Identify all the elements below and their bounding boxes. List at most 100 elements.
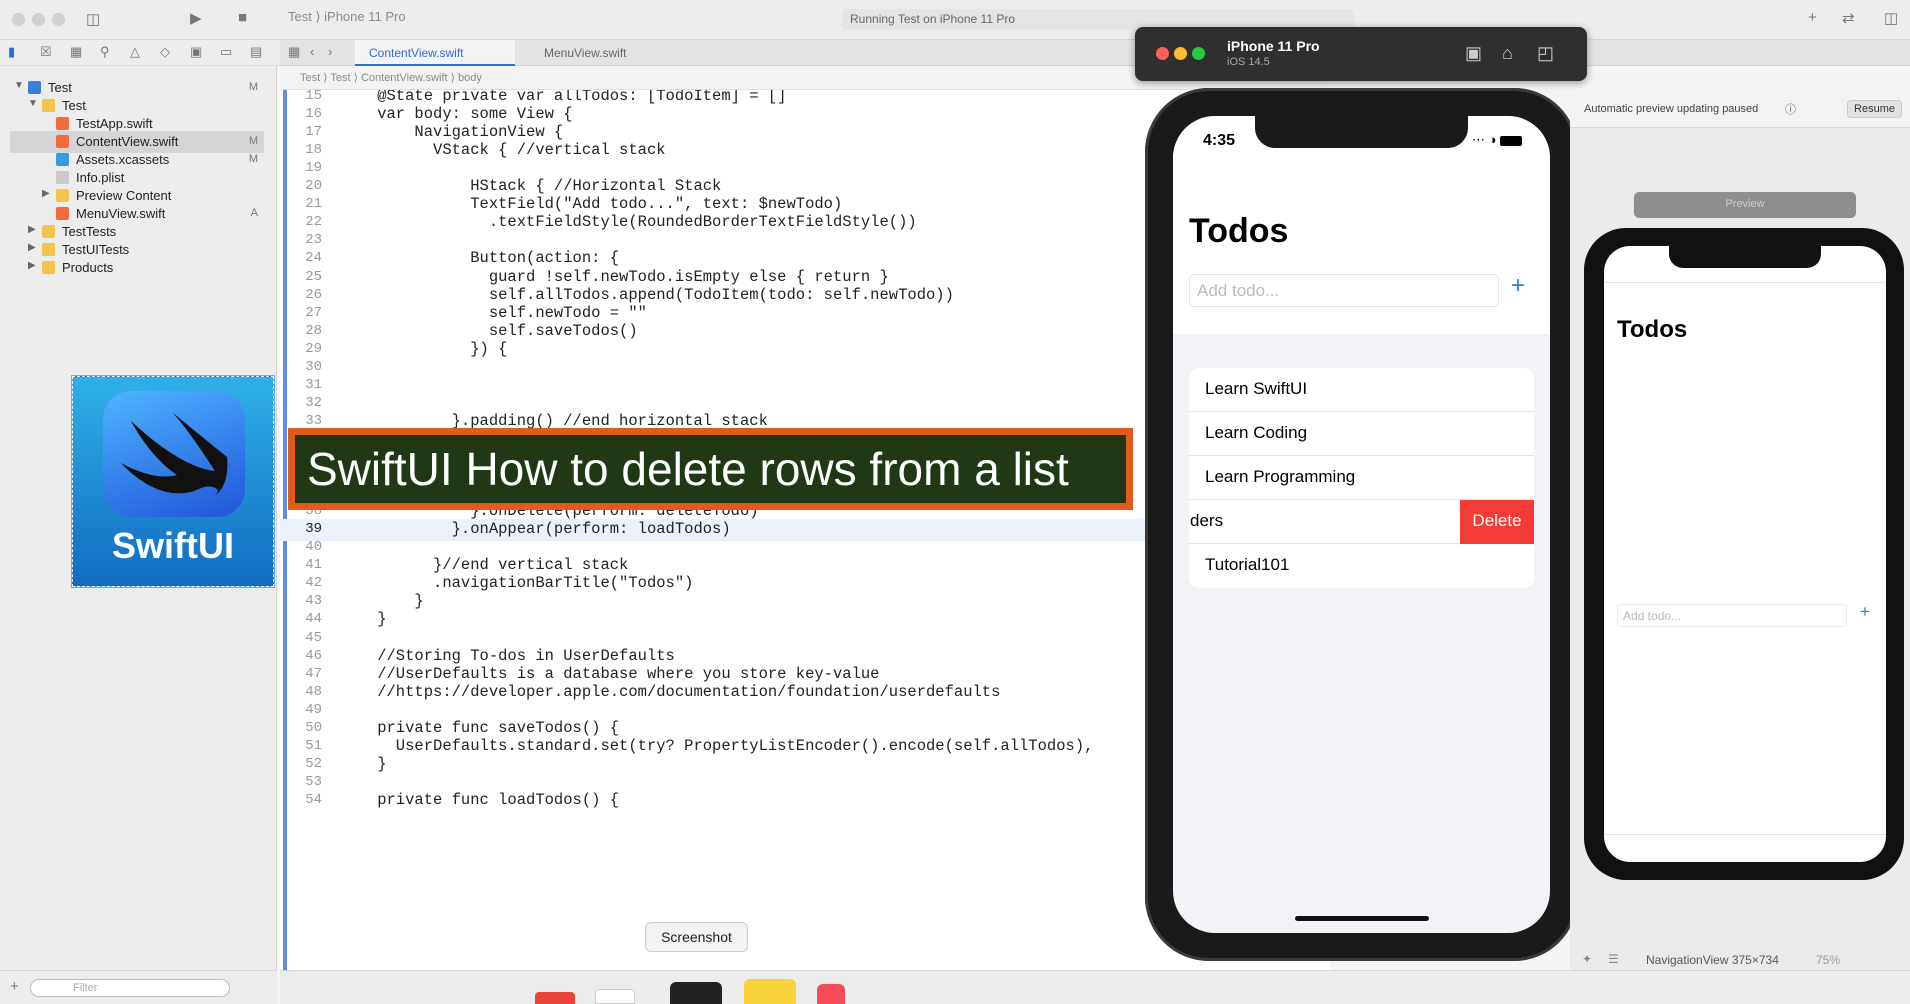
report-navigator-icon[interactable]: ▤ [250,44,262,60]
minimize-window-button[interactable] [1174,47,1187,60]
minimize-window-button[interactable] [32,13,45,26]
add-todo-field[interactable]: Add todo... [1189,274,1499,307]
add-todo-button[interactable]: + [1511,272,1525,300]
symbol-navigator-icon[interactable]: ▦ [70,44,82,60]
add-icon[interactable]: + [1808,9,1817,26]
zoom-level[interactable]: 75% [1816,953,1840,967]
issue-navigator-icon[interactable]: △ [130,44,140,60]
line-number: 48 [305,683,322,700]
project-navigator-icon[interactable]: ▮ [8,44,15,60]
line-number: 50 [305,719,322,736]
dock-app-icon[interactable] [817,984,845,1004]
notes-app-icon[interactable] [744,979,796,1004]
code-text: }.onAppear(perform: loadTodos) [340,520,731,539]
back-icon[interactable]: ‹ [310,44,314,59]
tab-contentview[interactable]: ContentView.swift [355,40,515,66]
close-window-button[interactable] [1156,47,1169,60]
folder-icon [56,189,69,202]
line-number: 32 [305,394,322,411]
source-control-icon[interactable]: ☒ [40,44,52,60]
wifi-icon: ◑ [1488,132,1497,147]
device-screen[interactable]: 4:35 ⋯ ◑ Todos Add todo... + Learn Swift… [1173,116,1550,933]
filter-input[interactable]: Filter [30,979,230,997]
line-number: 27 [305,304,322,321]
line-number: 52 [305,755,322,772]
close-window-button[interactable] [12,13,25,26]
scm-badge: M [248,135,258,147]
list-item[interactable]: Learn SwiftUI [1189,368,1534,412]
dock-app-icon[interactable] [535,992,575,1004]
run-icon[interactable]: ▶ [190,9,202,27]
line-number: 20 [305,178,322,195]
sidebar-toggle-icon[interactable]: ◫ [86,10,100,28]
related-items-icon[interactable]: ▦ [288,44,300,60]
stop-icon[interactable]: ■ [238,9,247,26]
pin-icon[interactable]: ✦ [1582,952,1592,966]
disclosure-open-icon[interactable]: ▼ [28,98,38,109]
code-text: Button(action: { [340,249,620,268]
line-number: 22 [305,214,322,231]
swiftui-logo: SwiftUI [71,375,275,588]
test-navigator-icon[interactable]: ◇ [160,44,170,60]
list-item[interactable]: Learn Programming [1189,456,1534,500]
preview-footer: ✦ ☰ NavigationView 375×734 75% [1570,950,1910,970]
screenshot-app-icon[interactable] [670,982,722,1004]
home-icon[interactable]: ⌂ [1502,43,1513,64]
line-number: 40 [305,539,322,556]
line-number: 30 [305,358,322,375]
list-item-swiped[interactable]: ders Delete [1189,500,1534,544]
zoom-window-button[interactable] [1192,47,1205,60]
line-number: 21 [305,196,322,213]
disclosure-closed-icon[interactable]: ▶ [28,224,36,235]
line-number: 47 [305,665,322,682]
info-icon[interactable]: ⓘ [1785,101,1796,117]
add-file-icon[interactable]: + [10,978,19,995]
scheme-selector[interactable]: Test ⟩ iPhone 11 Pro [288,9,406,25]
preview-controls[interactable]: Preview [1634,192,1856,218]
home-indicator[interactable] [1295,916,1429,921]
dock-app-icon[interactable] [595,989,635,1004]
folder-icon [42,243,55,256]
line-number: 26 [305,286,322,303]
camera-icon[interactable]: ▣ [1465,43,1482,64]
line-number: 44 [305,611,322,628]
preview-paused-message: Automatic preview updating paused [1584,103,1759,115]
delete-button[interactable]: Delete [1460,500,1534,544]
list-item[interactable]: Learn Coding [1189,412,1534,456]
zoom-window-button[interactable] [52,13,65,26]
find-navigator-icon[interactable]: ⚲ [100,44,110,60]
settings-icon[interactable]: ☰ [1608,952,1619,966]
code-text: } [340,754,387,773]
code-text: .textFieldStyle(RoundedBorderTextFieldSt… [340,213,917,232]
navigation-title: Todos [1189,212,1289,250]
rotate-icon[interactable]: ◰ [1537,43,1554,64]
forward-icon[interactable]: › [328,44,332,59]
folder-icon [42,261,55,274]
list-item[interactable]: Tutorial101 [1189,544,1534,588]
simulator-device-name: iPhone 11 Pro [1227,38,1320,54]
preview-navigation-title: Todos [1617,316,1688,343]
resume-button[interactable]: Resume [1847,100,1902,118]
nav-item-products[interactable]: ▶ Products [0,257,264,279]
disclosure-closed-icon[interactable]: ▶ [28,260,36,271]
breakpoint-navigator-icon[interactable]: ▭ [220,44,232,60]
line-number: 19 [305,160,322,177]
code-text: self.saveTodos() [340,321,638,340]
line-number: 16 [305,106,322,123]
disclosure-closed-icon[interactable]: ▶ [42,188,50,199]
code-review-icon[interactable]: ⇄ [1842,9,1855,27]
debug-navigator-icon[interactable]: ▣ [190,44,202,60]
folder-icon [42,225,55,238]
line-number: 39 [305,521,322,538]
preview-add-button: + [1860,602,1870,621]
line-number: 45 [305,629,322,646]
code-text: //https://developer.apple.com/documentat… [340,682,1001,701]
scm-badge: A [250,207,258,219]
inspector-toggle-icon[interactable]: ◫ [1884,9,1898,27]
code-text: .navigationBarTitle("Todos") [340,574,694,593]
tab-menuview[interactable]: MenuView.swift [530,40,680,66]
disclosure-open-icon[interactable]: ▼ [14,80,24,91]
code-text: guard !self.newTodo.isEmpty else { retur… [340,267,889,286]
disclosure-closed-icon[interactable]: ▶ [28,242,36,253]
line-number: 46 [305,647,322,664]
